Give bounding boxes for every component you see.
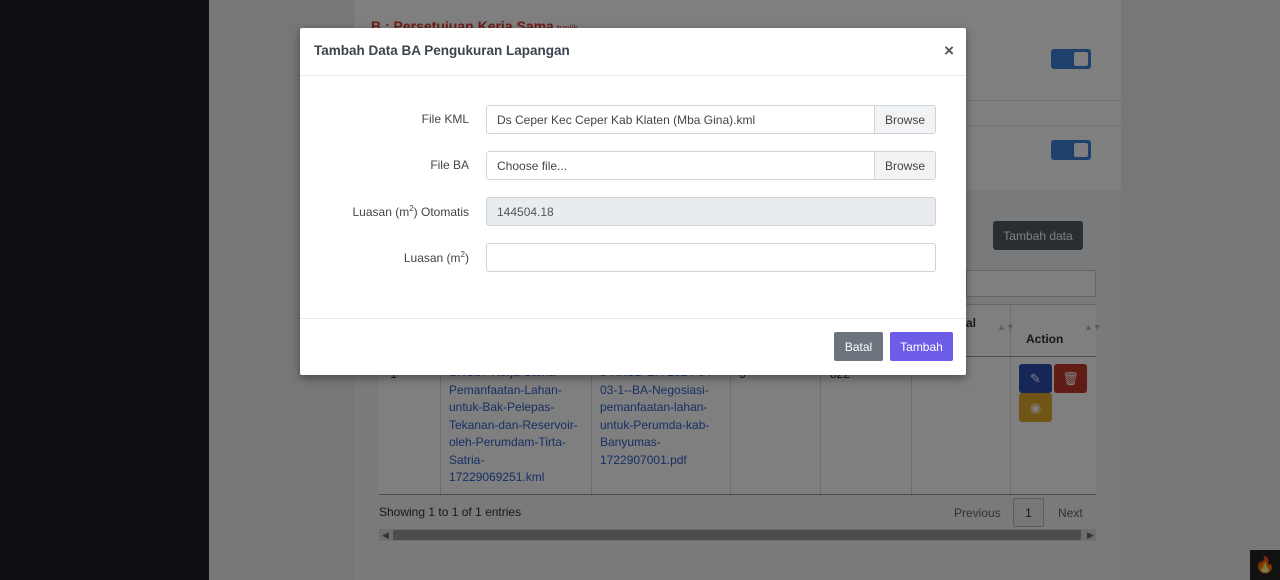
file-ba-label: File BA (430, 158, 469, 172)
file-kml-browse-button[interactable]: Browse (874, 106, 935, 133)
file-kml-value: Ds Ceper Kec Ceper Kab Klaten (Mba Gina)… (497, 113, 756, 127)
modal-footer-divider (300, 318, 966, 319)
modal-title: Tambah Data BA Pengukuran Lapangan (314, 43, 570, 58)
luasan-otomatis-label: Luasan (m2) Otomatis (352, 204, 470, 219)
luasan-otomatis-field (486, 197, 936, 226)
luasan-label: Luasan (m2) (403, 250, 469, 265)
file-ba-value: Choose file... (497, 159, 568, 173)
file-ba-browse-button[interactable]: Browse (874, 152, 935, 179)
close-icon[interactable]: × (944, 41, 954, 61)
file-ba-input[interactable]: Choose file... Browse (486, 151, 936, 180)
luasan-field[interactable] (486, 243, 936, 272)
file-kml-label: File KML (421, 112, 469, 126)
add-ba-modal: Tambah Data BA Pengukuran Lapangan × Fil… (300, 28, 966, 375)
modal-header: Tambah Data BA Pengukuran Lapangan × (300, 28, 966, 76)
file-kml-input[interactable]: Ds Ceper Kec Ceper Kab Klaten (Mba Gina)… (486, 105, 936, 134)
cancel-button[interactable]: Batal (834, 332, 883, 361)
submit-button[interactable]: Tambah (890, 332, 953, 361)
